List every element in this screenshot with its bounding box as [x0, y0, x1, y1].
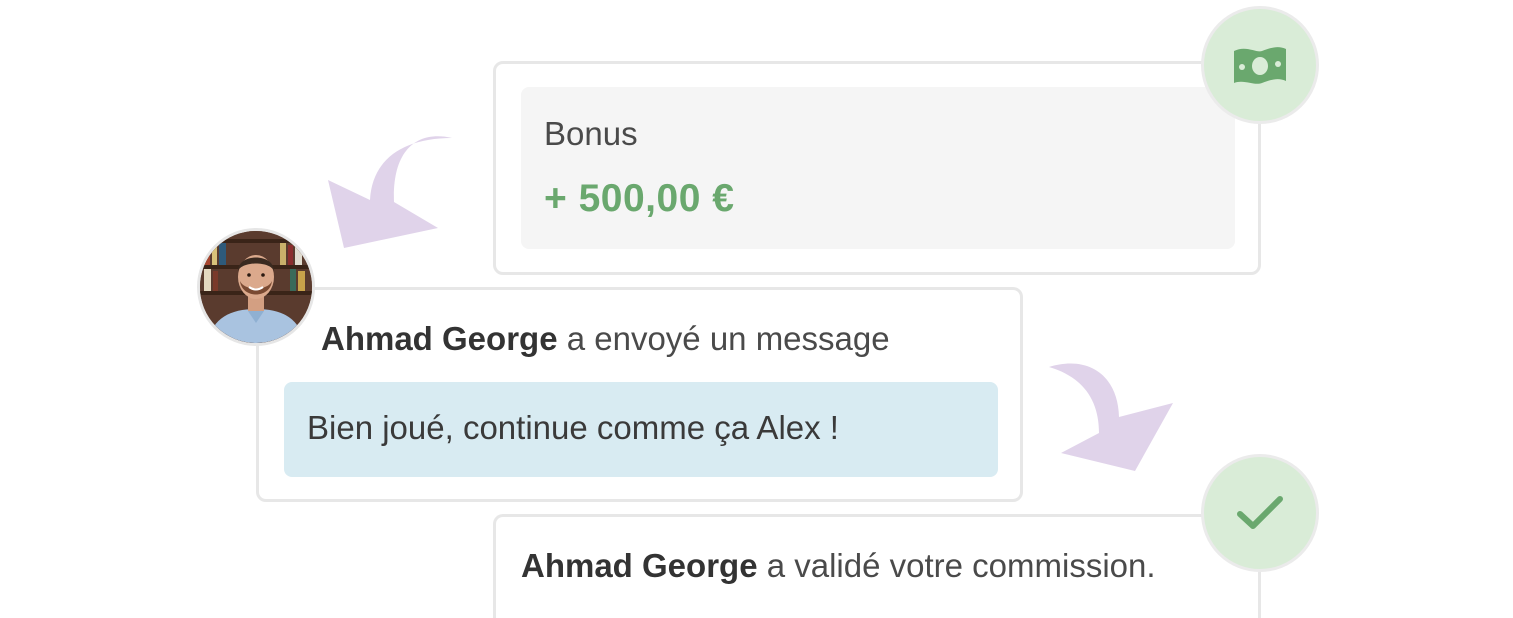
banknote-icon [1234, 47, 1286, 84]
avatar-photo [200, 231, 312, 343]
bonus-label: Bonus [544, 115, 638, 152]
avatar [197, 228, 315, 346]
validation-action: a validé votre commission. [757, 547, 1156, 584]
bonus-amount: + 500,00 € [544, 177, 735, 220]
curved-arrow-icon [1049, 363, 1173, 471]
check-badge [1201, 454, 1319, 572]
curved-arrow-icon [328, 136, 452, 248]
message-bubble: Bien joué, continue comme ça Alex ! [284, 382, 998, 477]
check-icon [1237, 496, 1283, 529]
money-badge [1201, 6, 1319, 124]
sender-name: Ahmad George [321, 320, 558, 357]
validator-name: Ahmad George [521, 547, 758, 584]
message-text: Bien joué, continue comme ça Alex ! [307, 409, 839, 446]
validation-text: Ahmad George a validé votre commission. [521, 547, 1156, 585]
message-action: a envoyé un message [557, 320, 890, 357]
validation-card: Ahmad George a validé votre commission. [493, 514, 1261, 618]
message-card: Ahmad George a envoyé un message Bien jo… [256, 287, 1023, 502]
bonus-card: Bonus + 500,00 € [493, 61, 1261, 275]
bonus-panel: Bonus + 500,00 € [521, 87, 1235, 249]
message-header: Ahmad George a envoyé un message [321, 320, 890, 358]
